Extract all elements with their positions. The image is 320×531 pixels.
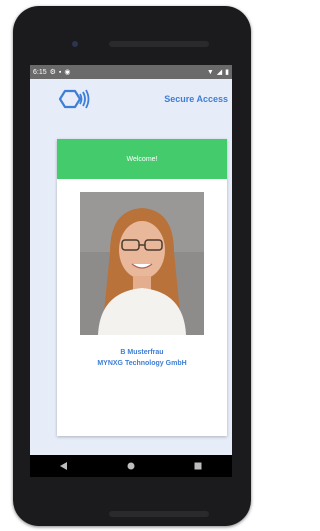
wifi-icon: ▼ <box>206 68 214 76</box>
welcome-text: Welcome! <box>126 155 158 163</box>
signal-icon: ◢ <box>216 69 223 76</box>
location-icon: ◉ <box>64 69 71 76</box>
battery-icon: ▮ <box>225 69 229 76</box>
earpiece-speaker <box>109 41 209 47</box>
phone-screen: 6:15 ⚙ ▪ ◉ ▼ ◢ ▮ Secure Access Welcome! <box>30 65 232 455</box>
status-bar: 6:15 ⚙ ▪ ◉ ▼ ◢ ▮ <box>30 65 232 79</box>
user-portrait <box>80 192 204 335</box>
status-time: 6:15 <box>33 68 47 76</box>
front-camera <box>72 41 78 47</box>
recents-icon[interactable] <box>188 456 208 476</box>
company-name: MYNXG Technology GmbH <box>97 360 187 367</box>
bottom-speaker <box>109 511 209 517</box>
user-name: B Musterfrau <box>120 349 164 356</box>
android-nav-bar <box>30 455 232 477</box>
sim-icon: ▪ <box>58 68 62 76</box>
access-card: Welcome! B Musterfrau MYNXG Technology G… <box>57 139 227 436</box>
app-header: Secure Access <box>30 79 232 119</box>
home-icon[interactable] <box>121 456 141 476</box>
settings-icon: ⚙ <box>49 69 56 76</box>
app-title: Secure Access <box>164 94 228 104</box>
back-icon[interactable] <box>54 456 74 476</box>
nfc-hexagon-logo <box>58 89 90 109</box>
welcome-banner: Welcome! <box>57 139 227 179</box>
